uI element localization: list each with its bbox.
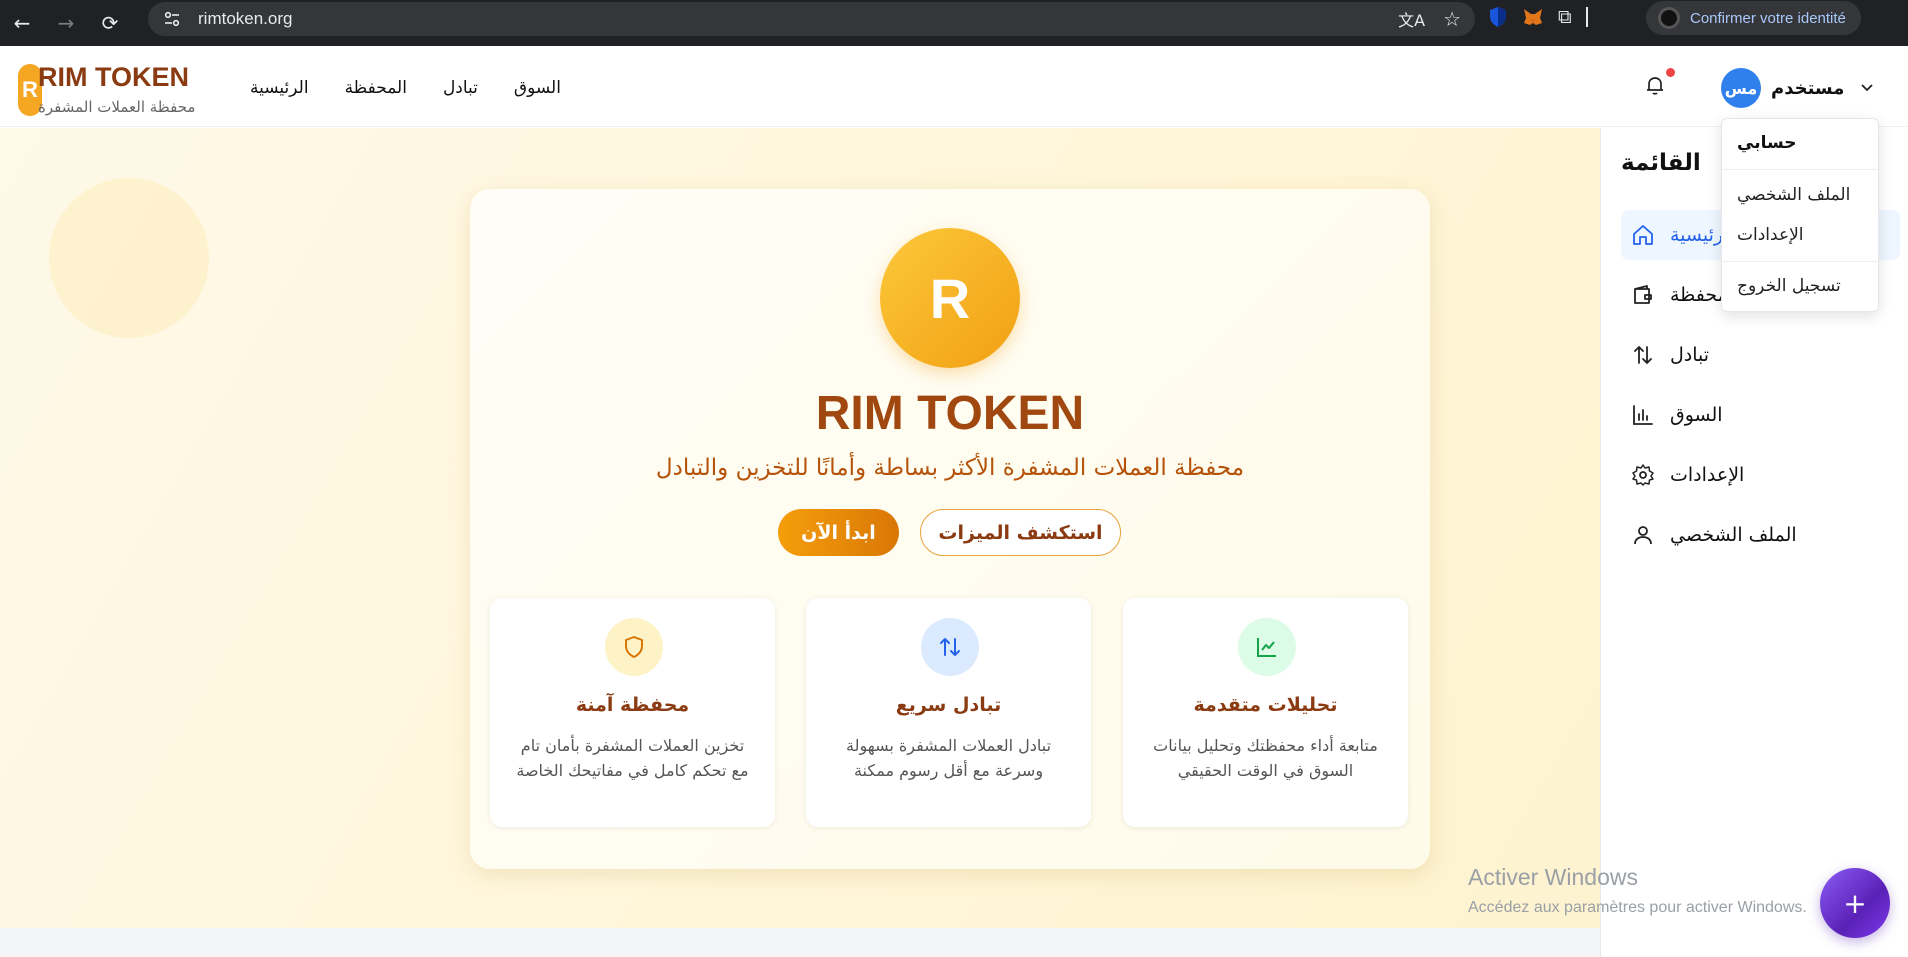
confirm-identity-label: Confirmer votre identité (1690, 9, 1846, 27)
menu-item-profile[interactable]: الملف الشخصي (1737, 185, 1850, 205)
menu-item-settings[interactable]: الإعدادات (1737, 225, 1804, 245)
hero-title: RIM TOKEN (815, 387, 1085, 440)
watermark-title: Activer Windows (1468, 864, 1638, 890)
nav-wallet[interactable]: المحفظة (345, 78, 407, 98)
translate-icon[interactable]: 文A (1398, 7, 1425, 31)
feature-title: تبادل سريع (895, 694, 1002, 716)
brand-subtitle: محفظة العملات المشفرة (38, 98, 196, 116)
divider (1722, 261, 1878, 262)
url-text[interactable]: rimtoken.org (198, 9, 292, 29)
toolbar-divider (1585, 7, 1588, 27)
arrows-up-down-icon (1630, 342, 1656, 368)
sidebar-title: القائمة (1621, 150, 1701, 176)
sidebar-item-profile[interactable]: الملف الشخصي (1621, 510, 1900, 560)
nav-exchange[interactable]: تبادل (443, 78, 478, 98)
feature-description: متابعة أداء محفظتك وتحليل بيانات السوق ف… (1153, 736, 1378, 780)
sidebar-item-settings[interactable]: الإعدادات (1621, 450, 1900, 500)
feature-description: تبادل العملات المشفرة بسهولة وسرعة مع أق… (845, 736, 1052, 780)
bar-chart-icon (1630, 402, 1656, 428)
dropdown-heading: حسابي (1737, 133, 1797, 153)
watermark-subtitle: Accédez aux paramètres pour activer Wind… (1468, 899, 1807, 916)
feature-card-secure-wallet: محفظة آمنة تخزين العملات المشفرة بأمان ت… (490, 598, 775, 827)
brand-name[interactable]: RIM TOKEN (38, 62, 189, 93)
sidebar-item-label: الملف الشخصي (1670, 524, 1797, 546)
extensions-area: ⧉ (1488, 6, 1588, 28)
site-info-icon[interactable] (160, 7, 184, 31)
sidebar-item-label: تبادل (1670, 344, 1710, 366)
profile-avatar-icon (1658, 7, 1680, 29)
browser-nav: ← → ⟳ (0, 6, 132, 40)
hero-subtitle: محفظة العملات المشفرة الأكثر بساطة وأمان… (655, 455, 1245, 481)
nav-home[interactable]: الرئيسية (250, 78, 309, 98)
shield-extension-icon[interactable] (1488, 6, 1508, 28)
reload-icon[interactable]: ⟳ (88, 6, 132, 40)
footer-strip (0, 928, 1600, 957)
back-icon[interactable]: ← (0, 6, 44, 40)
user-name[interactable]: مستخدم (1771, 78, 1844, 99)
browser-toolbar: ← → ⟳ rimtoken.org 文A ☆ ⧉ Confirmer votr… (0, 0, 1908, 46)
feature-description: تخزين العملات المشفرة بأمان تام مع تحكم … (516, 736, 749, 780)
menu-item-logout[interactable]: تسجيل الخروج (1737, 276, 1841, 296)
user-dropdown-menu: حسابي الملف الشخصي الإعدادات تسجيل الخرو… (1721, 118, 1879, 312)
feature-card-fast-exchange: تبادل سريع تبادل العملات المشفرة بسهولة … (806, 598, 1091, 827)
user-icon (1630, 522, 1656, 548)
sidebar-item-exchange[interactable]: تبادل (1621, 330, 1900, 380)
chart-line-icon (1238, 618, 1296, 676)
bookmark-star-icon[interactable]: ☆ (1443, 7, 1461, 31)
user-menu-trigger[interactable]: مس مستخدم (1721, 68, 1874, 108)
sidebar-item-label: الإعدادات (1670, 464, 1745, 486)
notification-badge (1666, 68, 1675, 77)
explore-features-button[interactable]: استكشف الميزات (920, 509, 1121, 556)
gear-icon (1630, 462, 1656, 488)
sidebar-item-label: السوق (1670, 404, 1723, 426)
extensions-puzzle-icon[interactable]: ⧉ (1558, 6, 1572, 28)
feature-card-analytics: تحليلات متقدمة متابعة أداء محفظتك وتحليل… (1123, 598, 1408, 827)
app-header: R RIM TOKEN محفظة العملات المشفرة الرئيس… (0, 46, 1908, 127)
feature-title: محفظة آمنة (575, 694, 690, 716)
wallet-icon (1630, 282, 1656, 308)
shield-icon (605, 618, 663, 676)
feature-title: تحليلات متقدمة (1193, 694, 1338, 716)
notifications-bell-icon[interactable] (1644, 68, 1675, 96)
confirm-identity-button[interactable]: Confirmer votre identité (1646, 1, 1861, 35)
home-icon (1630, 222, 1656, 248)
get-started-button[interactable]: ابدأ الآن (778, 509, 899, 556)
hero-logo: R (880, 228, 1020, 368)
address-bar[interactable]: rimtoken.org 文A ☆ (148, 2, 1475, 36)
divider (1722, 169, 1878, 170)
windows-activation-watermark: Activer Windows Accédez aux paramètres p… (1468, 864, 1807, 917)
decorative-circle (49, 178, 209, 338)
sidebar-item-market[interactable]: السوق (1621, 390, 1900, 440)
chevron-down-icon[interactable] (1860, 81, 1874, 95)
metamask-fox-icon[interactable] (1522, 6, 1544, 28)
nav-market[interactable]: السوق (514, 78, 561, 98)
arrows-up-down-icon (921, 618, 979, 676)
top-nav: الرئيسية المحفظة تبادل السوق (250, 78, 597, 98)
floating-add-button[interactable]: + (1820, 868, 1890, 938)
user-avatar[interactable]: مس (1721, 68, 1761, 108)
forward-icon[interactable]: → (44, 6, 88, 40)
